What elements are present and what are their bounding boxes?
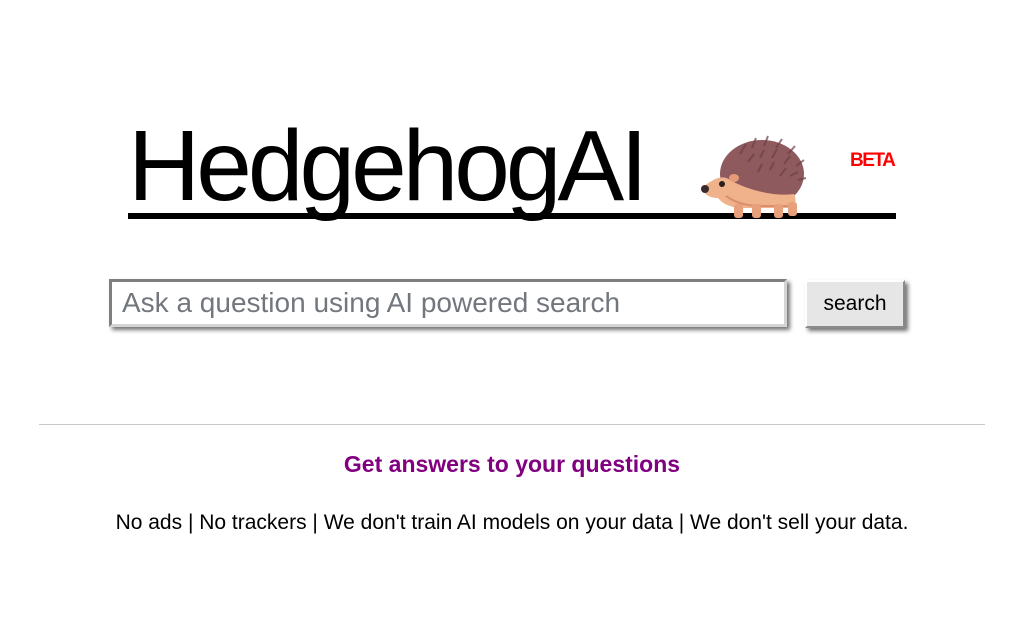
privacy-note: No ads | No trackers | We don't train AI…	[115, 511, 909, 534]
search-button[interactable]: search	[805, 280, 905, 328]
beta-badge: BETA	[850, 150, 896, 171]
logo-text: HedgehogAI	[128, 110, 648, 222]
search-input[interactable]	[109, 279, 787, 327]
page: HedgehogAI BETA Ask a question using AI …	[0, 0, 1024, 621]
tagline: Get answers to your questions	[343, 451, 681, 477]
hedgehog-icon	[701, 135, 807, 218]
logo: HedgehogAI BETA	[128, 110, 898, 226]
divider	[39, 424, 985, 425]
